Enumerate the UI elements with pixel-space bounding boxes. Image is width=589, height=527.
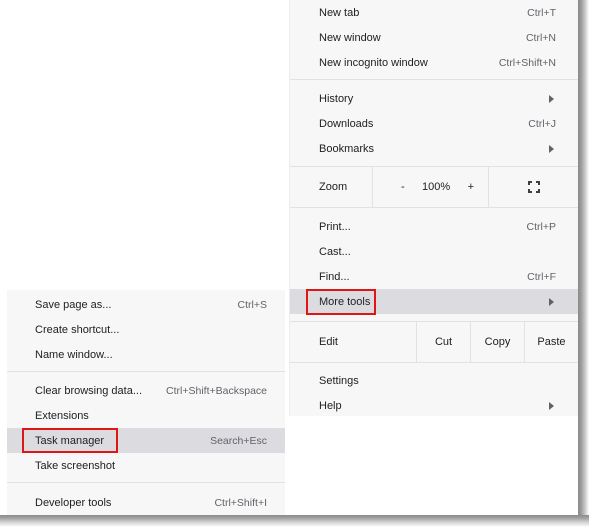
frame-shadow	[0, 515, 589, 527]
menu-item-shortcut: Ctrl+P	[526, 220, 556, 233]
zoom-controls: - 100% +	[372, 167, 489, 207]
menu-separator	[7, 371, 285, 372]
zoom-in-button[interactable]: +	[468, 181, 474, 193]
menu-item-label: Save page as...	[35, 298, 112, 311]
menu-item-shortcut: Ctrl+Shift+Backspace	[166, 384, 267, 397]
cut-button[interactable]: Cut	[416, 322, 470, 362]
submenu-item-create-shortcut[interactable]: Create shortcut...	[7, 317, 285, 342]
menu-item-print[interactable]: Print... Ctrl+P	[290, 214, 578, 239]
menu-item-new-incognito-window[interactable]: New incognito window Ctrl+Shift+N	[290, 50, 578, 75]
menu-item-new-window[interactable]: New window Ctrl+N	[290, 25, 578, 50]
submenu-item-clear-browsing-data[interactable]: Clear browsing data... Ctrl+Shift+Backsp…	[7, 378, 285, 403]
menu-item-label: New window	[319, 31, 381, 44]
menu-item-history[interactable]: History	[290, 86, 578, 111]
menu-item-find[interactable]: Find... Ctrl+F	[290, 264, 578, 289]
menu-item-label: Print...	[319, 220, 351, 233]
frame-shadow	[578, 0, 589, 527]
menu-item-label: Settings	[319, 374, 359, 387]
fullscreen-button[interactable]	[489, 167, 578, 207]
submenu-item-take-screenshot[interactable]: Take screenshot	[7, 453, 285, 478]
menu-item-cast[interactable]: Cast...	[290, 239, 578, 264]
menu-item-label: Bookmarks	[319, 142, 375, 155]
edit-row: Edit Cut Copy Paste	[290, 322, 578, 362]
menu-item-label: Clear browsing data...	[35, 384, 142, 397]
menu-item-shortcut: Ctrl+N	[525, 31, 556, 44]
menu-item-label: Create shortcut...	[35, 323, 120, 336]
zoom-label: Zoom	[319, 181, 348, 193]
menu-item-shortcut: Ctrl+F	[527, 270, 556, 283]
menu-item-shortcut: Ctrl+Shift+N	[498, 56, 556, 69]
menu-item-label: Cast...	[319, 245, 351, 258]
menu-item-label: Extensions	[35, 409, 89, 422]
zoom-out-button[interactable]: -	[401, 181, 405, 193]
submenu-arrow-icon	[549, 94, 554, 103]
menu-item-help[interactable]: Help	[290, 393, 578, 418]
menu-item-shortcut: Search+Esc	[210, 434, 267, 447]
fullscreen-icon	[527, 181, 540, 193]
zoom-level: 100%	[422, 181, 451, 193]
submenu-item-extensions[interactable]: Extensions	[7, 403, 285, 428]
menu-item-label: Take screenshot	[35, 459, 116, 472]
menu-item-label: New incognito window	[319, 56, 428, 69]
submenu-arrow-icon	[549, 144, 554, 153]
chrome-main-menu: New tab Ctrl+T New window Ctrl+N New inc…	[289, 0, 578, 416]
submenu-item-name-window[interactable]: Name window...	[7, 342, 285, 367]
menu-item-label: Developer tools	[35, 496, 112, 509]
menu-item-downloads[interactable]: Downloads Ctrl+J	[290, 111, 578, 136]
menu-item-shortcut: Ctrl+T	[527, 6, 556, 19]
menu-item-label: History	[319, 92, 354, 105]
menu-item-label: New tab	[319, 6, 360, 19]
menu-separator	[7, 482, 285, 483]
menu-separator	[290, 79, 578, 80]
zoom-row: Zoom - 100% +	[290, 167, 578, 207]
more-tools-submenu: Save page as... Ctrl+S Create shortcut..…	[7, 290, 285, 515]
submenu-item-developer-tools[interactable]: Developer tools Ctrl+Shift+I	[7, 490, 285, 515]
menu-item-shortcut: Ctrl+J	[528, 117, 556, 130]
submenu-arrow-icon	[549, 401, 554, 410]
menu-item-label: Find...	[319, 270, 350, 283]
menu-item-label: Downloads	[319, 117, 374, 130]
submenu-item-task-manager[interactable]: Task manager Search+Esc	[7, 428, 285, 453]
menu-item-bookmarks[interactable]: Bookmarks	[290, 136, 578, 161]
menu-item-label: Name window...	[35, 348, 113, 361]
menu-separator	[290, 207, 578, 208]
submenu-arrow-icon	[549, 297, 554, 306]
menu-item-label: Task manager	[35, 434, 105, 447]
menu-item-new-tab[interactable]: New tab Ctrl+T	[290, 0, 578, 25]
menu-item-label: Help	[319, 399, 342, 412]
menu-item-label: More tools	[319, 295, 371, 308]
menu-separator	[290, 362, 578, 363]
menu-item-shortcut: Ctrl+S	[237, 298, 267, 311]
copy-button[interactable]: Copy	[470, 322, 524, 362]
menu-item-settings[interactable]: Settings	[290, 368, 578, 393]
submenu-item-save-page-as[interactable]: Save page as... Ctrl+S	[7, 292, 285, 317]
edit-label: Edit	[319, 336, 338, 348]
paste-button[interactable]: Paste	[524, 322, 578, 362]
menu-item-shortcut: Ctrl+Shift+I	[214, 496, 267, 509]
menu-item-more-tools[interactable]: More tools	[290, 289, 578, 314]
